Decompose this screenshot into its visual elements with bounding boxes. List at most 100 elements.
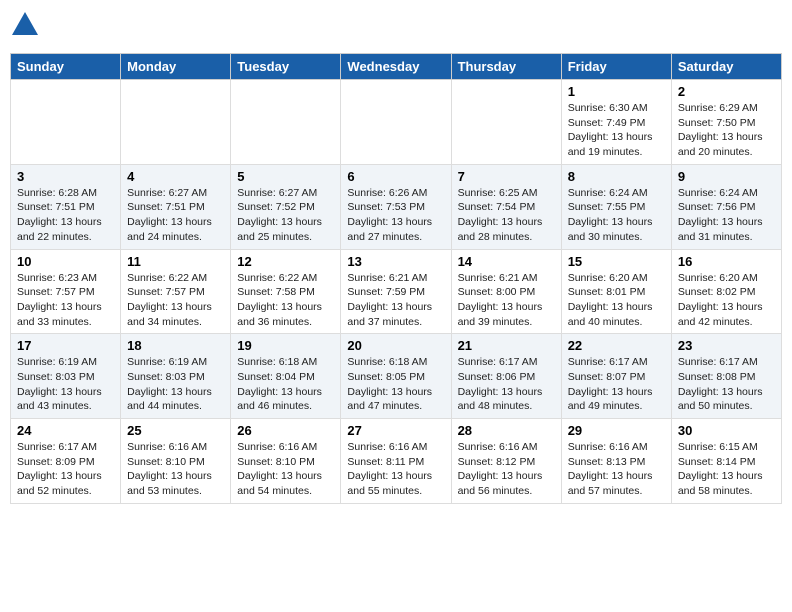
day-info: Sunrise: 6:22 AM Sunset: 7:58 PM Dayligh… — [237, 271, 334, 330]
day-number: 25 — [127, 423, 224, 438]
week-row-3: 10 Sunrise: 6:23 AM Sunset: 7:57 PM Dayli… — [11, 249, 782, 334]
day-number: 30 — [678, 423, 775, 438]
day-info: Sunrise: 6:15 AM Sunset: 8:14 PM Dayligh… — [678, 440, 775, 499]
calendar-cell — [121, 80, 231, 165]
day-info: Sunrise: 6:26 AM Sunset: 7:53 PM Dayligh… — [347, 186, 444, 245]
day-info: Sunrise: 6:23 AM Sunset: 7:57 PM Dayligh… — [17, 271, 114, 330]
calendar-cell: 11 Sunrise: 6:22 AM Sunset: 7:57 PM Dayli… — [121, 249, 231, 334]
week-row-2: 3 Sunrise: 6:28 AM Sunset: 7:51 PM Daylig… — [11, 164, 782, 249]
day-number: 11 — [127, 254, 224, 269]
weekday-header-thursday: Thursday — [451, 54, 561, 80]
calendar-cell: 4 Sunrise: 6:27 AM Sunset: 7:51 PM Daylig… — [121, 164, 231, 249]
day-number: 27 — [347, 423, 444, 438]
day-info: Sunrise: 6:16 AM Sunset: 8:12 PM Dayligh… — [458, 440, 555, 499]
calendar-cell: 25 Sunrise: 6:16 AM Sunset: 8:10 PM Dayli… — [121, 419, 231, 504]
day-number: 13 — [347, 254, 444, 269]
day-number: 8 — [568, 169, 665, 184]
day-number: 17 — [17, 338, 114, 353]
calendar-cell: 15Sunrise: 6:20 AM Sunset: 8:01 PM Dayli… — [561, 249, 671, 334]
day-number: 19 — [237, 338, 334, 353]
day-number: 22 — [568, 338, 665, 353]
weekday-header-sunday: Sunday — [11, 54, 121, 80]
day-number: 23 — [678, 338, 775, 353]
day-number: 18 — [127, 338, 224, 353]
day-info: Sunrise: 6:18 AM Sunset: 8:04 PM Dayligh… — [237, 355, 334, 414]
calendar-cell: 23 Sunrise: 6:17 AM Sunset: 8:08 PM Dayli… — [671, 334, 781, 419]
calendar-cell: 3 Sunrise: 6:28 AM Sunset: 7:51 PM Daylig… — [11, 164, 121, 249]
calendar-cell: 12 Sunrise: 6:22 AM Sunset: 7:58 PM Dayli… — [231, 249, 341, 334]
day-number: 14 — [458, 254, 555, 269]
calendar-cell: 20 Sunrise: 6:18 AM Sunset: 8:05 PM Dayli… — [341, 334, 451, 419]
week-row-5: 24 Sunrise: 6:17 AM Sunset: 8:09 PM Dayli… — [11, 419, 782, 504]
day-number: 7 — [458, 169, 555, 184]
day-number: 9 — [678, 169, 775, 184]
day-info: Sunrise: 6:27 AM Sunset: 7:51 PM Dayligh… — [127, 186, 224, 245]
day-info: Sunrise: 6:16 AM Sunset: 8:11 PM Dayligh… — [347, 440, 444, 499]
calendar-cell — [341, 80, 451, 165]
day-info: Sunrise: 6:16 AM Sunset: 8:10 PM Dayligh… — [127, 440, 224, 499]
calendar-cell: 30 Sunrise: 6:15 AM Sunset: 8:14 PM Dayli… — [671, 419, 781, 504]
calendar-cell: 10 Sunrise: 6:23 AM Sunset: 7:57 PM Dayli… — [11, 249, 121, 334]
day-info: Sunrise: 6:21 AM Sunset: 7:59 PM Dayligh… — [347, 271, 444, 330]
day-number: 26 — [237, 423, 334, 438]
calendar-cell: 26 Sunrise: 6:16 AM Sunset: 8:10 PM Dayli… — [231, 419, 341, 504]
calendar-cell: 5 Sunrise: 6:27 AM Sunset: 7:52 PM Daylig… — [231, 164, 341, 249]
calendar-cell: 19 Sunrise: 6:18 AM Sunset: 8:04 PM Dayli… — [231, 334, 341, 419]
logo — [10, 10, 44, 45]
day-info: Sunrise: 6:17 AM Sunset: 8:09 PM Dayligh… — [17, 440, 114, 499]
day-number: 6 — [347, 169, 444, 184]
calendar-cell: 14 Sunrise: 6:21 AM Sunset: 8:00 PM Dayli… — [451, 249, 561, 334]
day-number: 3 — [17, 169, 114, 184]
calendar-cell: 7 Sunrise: 6:25 AM Sunset: 7:54 PM Daylig… — [451, 164, 561, 249]
calendar-cell: 6 Sunrise: 6:26 AM Sunset: 7:53 PM Daylig… — [341, 164, 451, 249]
calendar-cell: 2 Sunrise: 6:29 AM Sunset: 7:50 PM Daylig… — [671, 80, 781, 165]
day-number: 20 — [347, 338, 444, 353]
week-row-1: 1Sunrise: 6:30 AM Sunset: 7:49 PM Daylig… — [11, 80, 782, 165]
day-info: Sunrise: 6:18 AM Sunset: 8:05 PM Dayligh… — [347, 355, 444, 414]
day-info: Sunrise: 6:17 AM Sunset: 8:07 PM Dayligh… — [568, 355, 665, 414]
day-info: Sunrise: 6:22 AM Sunset: 7:57 PM Dayligh… — [127, 271, 224, 330]
day-number: 15 — [568, 254, 665, 269]
day-number: 5 — [237, 169, 334, 184]
day-number: 24 — [17, 423, 114, 438]
day-number: 10 — [17, 254, 114, 269]
day-number: 16 — [678, 254, 775, 269]
calendar-cell: 9 Sunrise: 6:24 AM Sunset: 7:56 PM Daylig… — [671, 164, 781, 249]
weekday-header-row: SundayMondayTuesdayWednesdayThursdayFrid… — [11, 54, 782, 80]
day-info: Sunrise: 6:21 AM Sunset: 8:00 PM Dayligh… — [458, 271, 555, 330]
weekday-header-monday: Monday — [121, 54, 231, 80]
day-info: Sunrise: 6:28 AM Sunset: 7:51 PM Dayligh… — [17, 186, 114, 245]
calendar-cell — [231, 80, 341, 165]
day-info: Sunrise: 6:20 AM Sunset: 8:02 PM Dayligh… — [678, 271, 775, 330]
calendar-cell: 18 Sunrise: 6:19 AM Sunset: 8:03 PM Dayli… — [121, 334, 231, 419]
day-info: Sunrise: 6:16 AM Sunset: 8:13 PM Dayligh… — [568, 440, 665, 499]
calendar-cell: 28Sunrise: 6:16 AM Sunset: 8:12 PM Dayli… — [451, 419, 561, 504]
calendar-cell: 21 Sunrise: 6:17 AM Sunset: 8:06 PM Dayli… — [451, 334, 561, 419]
day-info: Sunrise: 6:17 AM Sunset: 8:08 PM Dayligh… — [678, 355, 775, 414]
calendar-cell — [11, 80, 121, 165]
calendar-cell — [451, 80, 561, 165]
day-info: Sunrise: 6:17 AM Sunset: 8:06 PM Dayligh… — [458, 355, 555, 414]
day-info: Sunrise: 6:24 AM Sunset: 7:55 PM Dayligh… — [568, 186, 665, 245]
day-info: Sunrise: 6:16 AM Sunset: 8:10 PM Dayligh… — [237, 440, 334, 499]
day-info: Sunrise: 6:27 AM Sunset: 7:52 PM Dayligh… — [237, 186, 334, 245]
calendar-cell: 27 Sunrise: 6:16 AM Sunset: 8:11 PM Dayli… — [341, 419, 451, 504]
day-number: 21 — [458, 338, 555, 353]
calendar-cell: 29Sunrise: 6:16 AM Sunset: 8:13 PM Dayli… — [561, 419, 671, 504]
day-info: Sunrise: 6:30 AM Sunset: 7:49 PM Dayligh… — [568, 101, 665, 160]
day-number: 4 — [127, 169, 224, 184]
day-number: 12 — [237, 254, 334, 269]
day-info: Sunrise: 6:29 AM Sunset: 7:50 PM Dayligh… — [678, 101, 775, 160]
calendar-cell: 24 Sunrise: 6:17 AM Sunset: 8:09 PM Dayli… — [11, 419, 121, 504]
weekday-header-tuesday: Tuesday — [231, 54, 341, 80]
calendar-cell: 17 Sunrise: 6:19 AM Sunset: 8:03 PM Dayli… — [11, 334, 121, 419]
calendar-cell: 22 Sunrise: 6:17 AM Sunset: 8:07 PM Dayli… — [561, 334, 671, 419]
day-info: Sunrise: 6:24 AM Sunset: 7:56 PM Dayligh… — [678, 186, 775, 245]
weekday-header-wednesday: Wednesday — [341, 54, 451, 80]
calendar-cell: 13 Sunrise: 6:21 AM Sunset: 7:59 PM Dayli… — [341, 249, 451, 334]
day-number: 2 — [678, 84, 775, 99]
weekday-header-friday: Friday — [561, 54, 671, 80]
day-info: Sunrise: 6:19 AM Sunset: 8:03 PM Dayligh… — [17, 355, 114, 414]
day-info: Sunrise: 6:25 AM Sunset: 7:54 PM Dayligh… — [458, 186, 555, 245]
day-info: Sunrise: 6:19 AM Sunset: 8:03 PM Dayligh… — [127, 355, 224, 414]
